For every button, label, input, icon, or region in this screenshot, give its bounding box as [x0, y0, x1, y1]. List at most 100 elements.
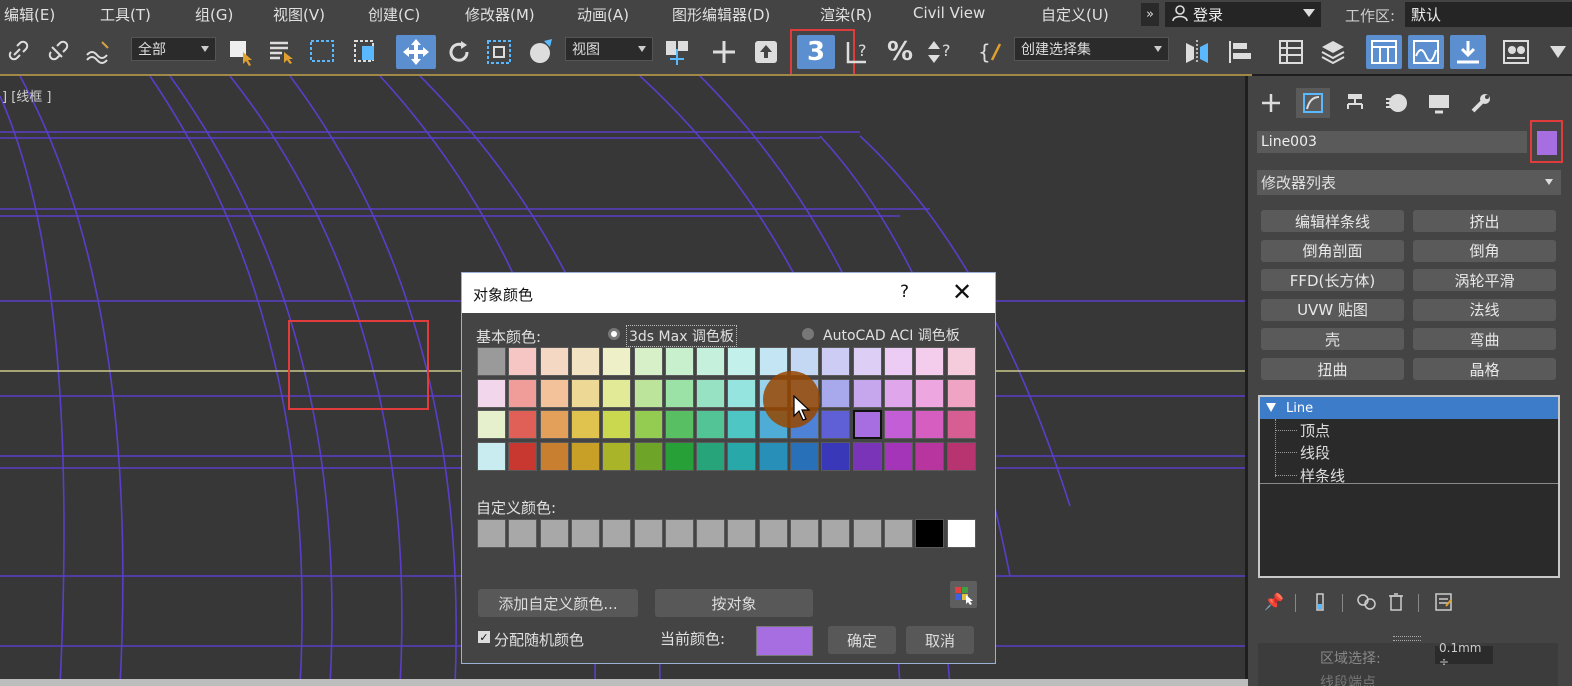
color-swatch[interactable]	[696, 410, 726, 439]
create-tab-icon[interactable]	[1254, 88, 1288, 118]
move-icon[interactable]	[396, 35, 436, 69]
bind-space-warp-icon[interactable]	[82, 35, 116, 69]
color-swatch[interactable]	[570, 441, 600, 471]
custom-color-swatch[interactable]	[539, 519, 569, 548]
color-swatch[interactable]	[915, 441, 945, 471]
close-button[interactable]: ✕	[952, 278, 972, 306]
color-swatch[interactable]	[852, 441, 882, 471]
color-swatch[interactable]	[883, 410, 913, 439]
login-dropdown[interactable]: 登录	[1165, 2, 1321, 27]
window-crossing-icon[interactable]	[350, 35, 384, 69]
menu-item[interactable]: Civil View	[913, 4, 985, 22]
modifier-button[interactable]: 挤出	[1413, 210, 1556, 232]
color-swatch[interactable]	[477, 378, 506, 408]
color-swatch[interactable]	[602, 378, 632, 408]
custom-color-swatch[interactable]	[602, 519, 632, 548]
align-icon[interactable]	[1224, 35, 1258, 69]
configure-modifier-sets-icon[interactable]	[1434, 592, 1454, 616]
color-swatch[interactable]	[915, 347, 945, 376]
add-custom-color-button[interactable]: 添加自定义颜色...	[478, 589, 638, 617]
custom-color-swatch[interactable]	[883, 519, 913, 548]
color-swatch[interactable]	[477, 410, 506, 439]
color-swatch[interactable]	[727, 441, 757, 471]
modifier-button[interactable]: 壳	[1261, 328, 1404, 351]
color-swatch[interactable]	[727, 378, 757, 408]
color-swatch[interactable]	[883, 441, 913, 471]
color-swatch[interactable]	[664, 347, 694, 376]
radio-3dsmax-label[interactable]: 3ds Max 调色板	[626, 325, 737, 347]
modifier-button[interactable]: 法线	[1413, 298, 1556, 321]
modifier-button[interactable]: UVW 贴图	[1261, 298, 1404, 321]
stack-sub-segment[interactable]: 线段	[1300, 442, 1330, 463]
color-swatch[interactable]	[946, 378, 976, 408]
radio-aci-palette[interactable]	[802, 328, 814, 340]
cancel-button[interactable]: 取消	[906, 626, 974, 654]
collapse-triangle-icon[interactable]	[1266, 403, 1276, 412]
placement-icon[interactable]	[524, 35, 560, 69]
ok-button[interactable]: 确定	[828, 626, 896, 654]
color-swatch[interactable]	[602, 410, 632, 439]
color-swatch[interactable]	[570, 347, 600, 376]
modifier-button[interactable]: 扭曲	[1261, 358, 1404, 380]
named-selection-set-dropdown[interactable]: 创建选择集	[1014, 37, 1169, 61]
current-color-swatch[interactable]	[756, 626, 813, 656]
color-swatch[interactable]	[508, 378, 538, 408]
color-swatch[interactable]	[633, 347, 663, 376]
mirror-icon[interactable]	[1180, 35, 1214, 69]
display-tab-icon[interactable]	[1422, 88, 1456, 118]
color-swatch[interactable]	[664, 441, 694, 471]
modifier-button[interactable]: FFD(长方体)	[1261, 269, 1404, 292]
viewport-label[interactable]: ] [线框 ]	[2, 86, 51, 105]
modifier-button[interactable]: 倒角剖面	[1261, 239, 1404, 262]
stack-sub-vertex[interactable]: 顶点	[1300, 420, 1330, 441]
color-swatch[interactable]	[821, 378, 851, 408]
color-swatch[interactable]	[727, 347, 757, 376]
custom-color-swatch[interactable]	[477, 519, 506, 548]
modify-tab-icon[interactable]	[1296, 88, 1330, 118]
layer-explorer-icon[interactable]	[1316, 35, 1350, 69]
color-swatch[interactable]	[852, 347, 882, 376]
color-swatch[interactable]	[508, 347, 538, 376]
show-end-result-icon[interactable]	[1314, 592, 1326, 616]
color-swatch[interactable]	[821, 441, 851, 471]
color-swatch[interactable]	[664, 410, 694, 439]
custom-color-swatch[interactable]	[852, 519, 882, 548]
color-swatch[interactable]	[633, 441, 663, 471]
select-manipulate-icon[interactable]	[708, 35, 740, 69]
color-swatch[interactable]	[477, 441, 506, 471]
custom-color-swatch[interactable]	[664, 519, 694, 548]
color-swatch[interactable]	[883, 378, 913, 408]
modifier-button[interactable]: 晶格	[1413, 358, 1556, 380]
pivot-center-icon[interactable]	[660, 35, 694, 69]
segment-end-label[interactable]: 线段端点	[1320, 672, 1376, 686]
color-swatch[interactable]	[946, 347, 976, 376]
scale-icon[interactable]	[483, 35, 517, 69]
custom-color-swatch[interactable]	[758, 519, 788, 548]
custom-color-swatch[interactable]	[821, 519, 851, 548]
color-swatch[interactable]	[539, 441, 569, 471]
menu-item[interactable]: 渲染(R)	[820, 4, 872, 25]
color-picker-icon[interactable]	[950, 581, 977, 608]
custom-color-swatch[interactable]	[727, 519, 757, 548]
keyboard-shortcut-override-icon[interactable]	[750, 35, 782, 69]
color-swatch[interactable]	[696, 347, 726, 376]
radio-3dsmax-palette[interactable]	[608, 328, 620, 340]
material-editor-icon[interactable]	[1498, 35, 1534, 69]
random-colors-checkbox[interactable]: ✓	[478, 631, 490, 644]
region-select-label[interactable]: 区域选择:	[1320, 648, 1381, 668]
scene-explorer-icon[interactable]	[1274, 35, 1308, 69]
angle-snap-icon[interactable]: ?	[843, 35, 875, 69]
modifier-button[interactable]: 编辑样条线	[1261, 210, 1404, 232]
selected-color-swatch[interactable]	[852, 410, 882, 439]
custom-color-swatch[interactable]	[790, 519, 819, 548]
render-setup-icon[interactable]	[1544, 35, 1572, 69]
spinner-snap-icon[interactable]: ?	[924, 35, 958, 69]
rect-selection-region-icon[interactable]	[306, 35, 340, 69]
custom-color-swatch[interactable]	[633, 519, 663, 548]
color-swatch[interactable]	[602, 347, 632, 376]
unlink-icon[interactable]	[42, 35, 72, 69]
hierarchy-tab-icon[interactable]	[1338, 88, 1372, 118]
color-swatch[interactable]	[633, 378, 663, 408]
custom-color-swatch[interactable]	[915, 519, 945, 548]
modifier-stack[interactable]: Line 顶点 线段 样条线	[1258, 395, 1560, 578]
